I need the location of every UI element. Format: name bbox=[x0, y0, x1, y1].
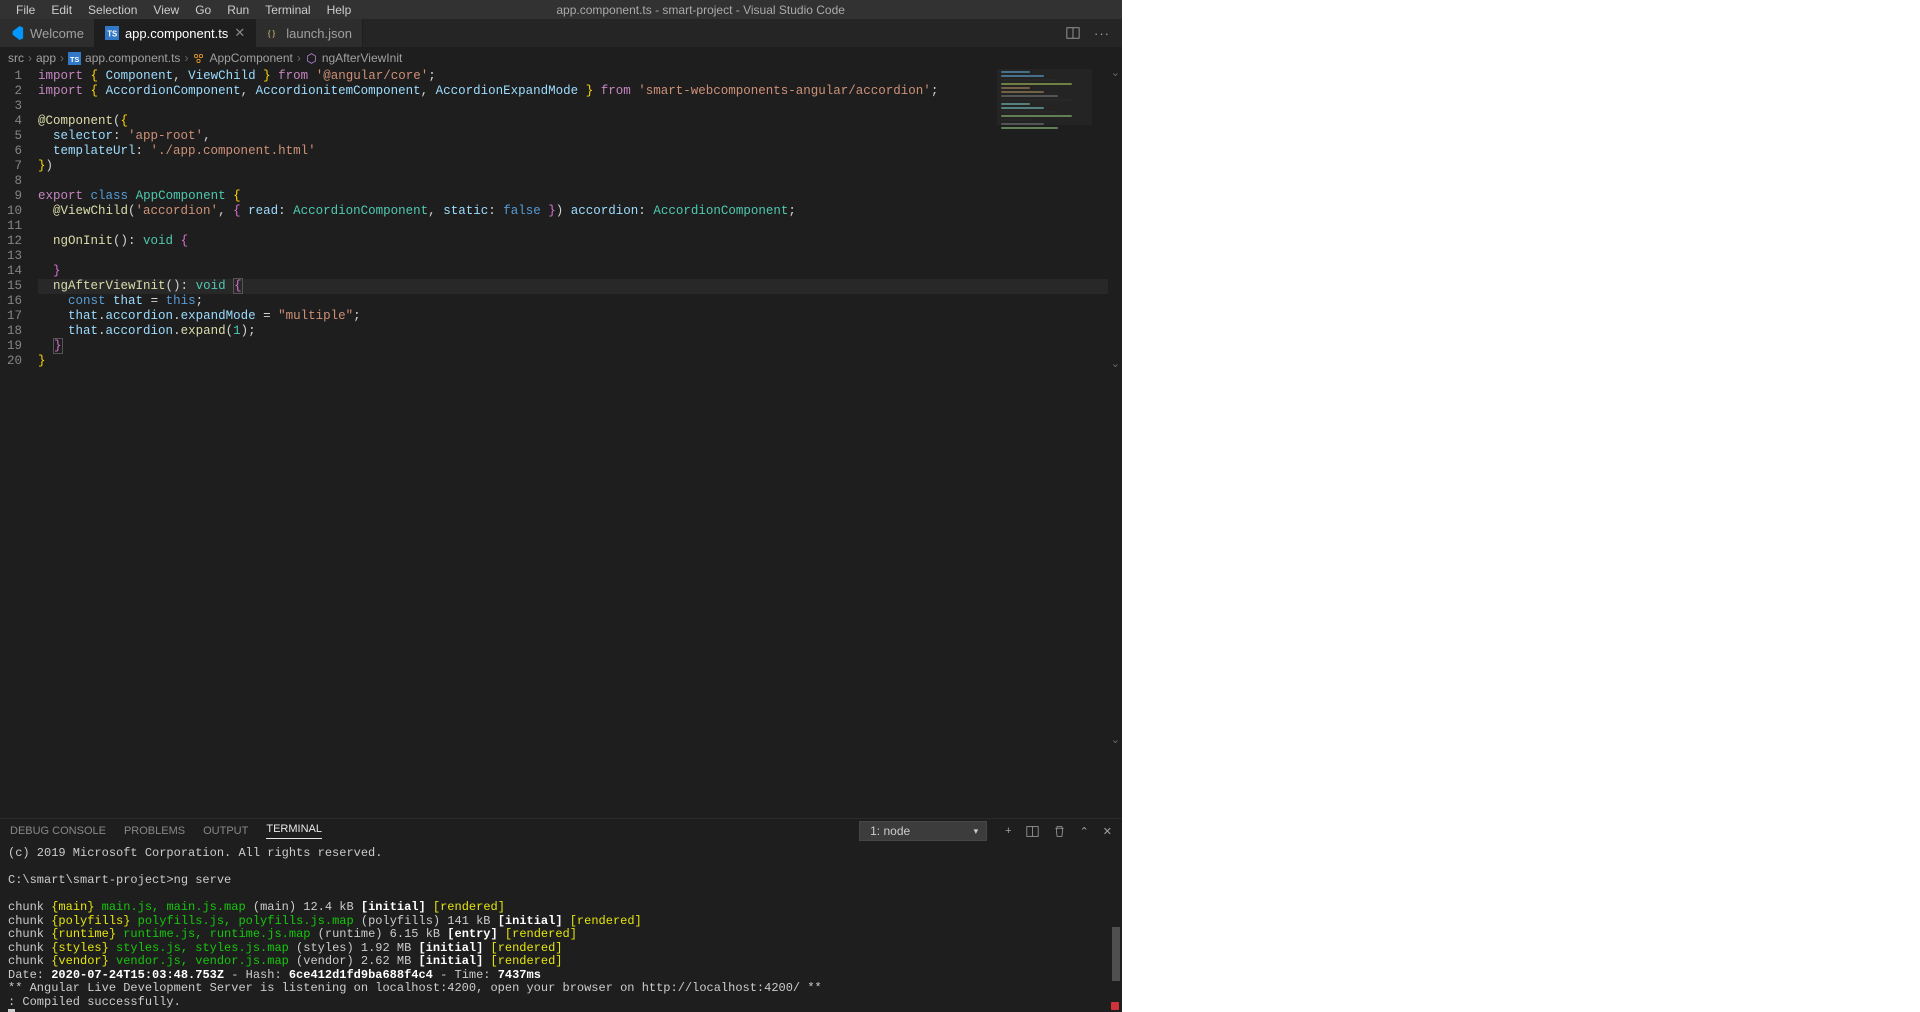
terminal-error-indicator bbox=[1111, 1002, 1119, 1010]
terminal-scrollbar[interactable] bbox=[1110, 843, 1122, 1012]
code-line[interactable]: import { AccordionComponent, Accordionit… bbox=[38, 84, 1108, 99]
code-line[interactable]: ngAfterViewInit(): void { bbox=[38, 279, 1108, 294]
terminal-line: chunk {main} main.js, main.js.map (main)… bbox=[8, 901, 1114, 915]
code-line[interactable]: const that = this; bbox=[38, 294, 1108, 309]
ts-icon: TS bbox=[68, 52, 81, 65]
kill-terminal-icon[interactable] bbox=[1053, 825, 1066, 838]
code-line[interactable]: export class AppComponent { bbox=[38, 189, 1108, 204]
new-terminal-icon[interactable]: + bbox=[1005, 825, 1011, 837]
split-editor-icon[interactable] bbox=[1066, 26, 1080, 40]
menu-file[interactable]: File bbox=[8, 3, 43, 17]
chevron-down-icon[interactable]: ⌄ bbox=[1111, 733, 1120, 746]
chevron-down-icon[interactable]: ⌄ bbox=[1111, 69, 1120, 79]
panel-tab-terminal[interactable]: TERMINAL bbox=[266, 823, 322, 839]
code-line[interactable]: ngOnInit(): void { bbox=[38, 234, 1108, 249]
bottom-panel: DEBUG CONSOLE PROBLEMS OUTPUT TERMINAL 1… bbox=[0, 818, 1122, 1012]
code-content[interactable]: import { Component, ViewChild } from '@a… bbox=[38, 69, 1108, 818]
chevron-up-icon[interactable]: ⌃ bbox=[1080, 825, 1089, 838]
terminal-line bbox=[8, 888, 1114, 902]
terminal-line: chunk {polyfills} polyfills.js, polyfill… bbox=[8, 915, 1114, 929]
tab-app-component[interactable]: TS app.component.ts ✕ bbox=[95, 19, 256, 47]
tab-label: launch.json bbox=[286, 26, 352, 41]
chevron-down-icon[interactable]: ⌄ bbox=[1111, 357, 1120, 370]
code-line[interactable]: that.accordion.expandMode = "multiple"; bbox=[38, 309, 1108, 324]
menu-go[interactable]: Go bbox=[187, 3, 219, 17]
svg-text:TS: TS bbox=[107, 30, 117, 39]
tab-label: Welcome bbox=[30, 26, 84, 41]
terminal-body[interactable]: (c) 2019 Microsoft Corporation. All righ… bbox=[0, 843, 1122, 1012]
terminal-line: : Compiled successfully. bbox=[8, 996, 1114, 1010]
terminal-line: Date: 2020-07-24T15:03:48.753Z - Hash: 6… bbox=[8, 969, 1114, 983]
terminal-line: chunk {runtime} runtime.js, runtime.js.m… bbox=[8, 928, 1114, 942]
method-icon bbox=[305, 52, 318, 65]
code-line[interactable]: templateUrl: './app.component.html' bbox=[38, 144, 1108, 159]
menu-bar: FileEditSelectionViewGoRunTerminalHelp a… bbox=[0, 0, 1122, 19]
panel-tab-problems[interactable]: PROBLEMS bbox=[124, 825, 185, 837]
json-icon: {} bbox=[266, 26, 280, 40]
minimap[interactable] bbox=[997, 69, 1092, 125]
ts-icon: TS bbox=[105, 26, 119, 40]
code-line[interactable]: }) bbox=[38, 159, 1108, 174]
tab-launch-json[interactable]: {} launch.json bbox=[256, 19, 363, 47]
code-line[interactable]: that.accordion.expand(1); bbox=[38, 324, 1108, 339]
code-line[interactable] bbox=[38, 99, 1108, 114]
terminal-line: (c) 2019 Microsoft Corporation. All righ… bbox=[8, 847, 1114, 861]
panel-tab-debug[interactable]: DEBUG CONSOLE bbox=[10, 825, 106, 837]
terminal-line: chunk {styles} styles.js, styles.js.map … bbox=[8, 942, 1114, 956]
code-line[interactable]: import { Component, ViewChild } from '@a… bbox=[38, 69, 1108, 84]
code-line[interactable]: } bbox=[38, 354, 1108, 369]
menu-view[interactable]: View bbox=[145, 3, 187, 17]
tab-bar: Welcome TS app.component.ts ✕ {} launch.… bbox=[0, 19, 1122, 47]
svg-text:TS: TS bbox=[70, 54, 79, 63]
terminal-line bbox=[8, 861, 1114, 875]
terminal-line: C:\smart\smart-project>ng serve bbox=[8, 874, 1114, 888]
panel-tab-output[interactable]: OUTPUT bbox=[203, 825, 248, 837]
breadcrumb-src[interactable]: src bbox=[8, 51, 24, 65]
code-editor[interactable]: 1234567891011121314151617181920 import {… bbox=[0, 69, 1108, 818]
menu-terminal[interactable]: Terminal bbox=[257, 3, 318, 17]
code-line[interactable]: selector: 'app-root', bbox=[38, 129, 1108, 144]
breadcrumb-file[interactable]: TS app.component.ts bbox=[68, 51, 180, 65]
breadcrumb-class[interactable]: AppComponent bbox=[192, 51, 292, 65]
terminal-line: ** Angular Live Development Server is li… bbox=[8, 982, 1114, 996]
menu-help[interactable]: Help bbox=[319, 3, 360, 17]
vscode-icon bbox=[10, 26, 24, 40]
terminal-select[interactable]: 1: node ▾ bbox=[859, 821, 987, 841]
code-line[interactable]: @Component({ bbox=[38, 114, 1108, 129]
menu-run[interactable]: Run bbox=[219, 3, 257, 17]
code-line[interactable]: } bbox=[38, 339, 1108, 354]
breadcrumb-app[interactable]: app bbox=[36, 51, 56, 65]
menu-edit[interactable]: Edit bbox=[43, 3, 80, 17]
code-line[interactable] bbox=[38, 174, 1108, 189]
class-icon bbox=[192, 52, 205, 65]
window-title: app.component.ts - smart-project - Visua… bbox=[359, 3, 1042, 17]
breadcrumb[interactable]: src › app › TS app.component.ts › AppCom… bbox=[0, 47, 1122, 69]
terminal-scroll-thumb[interactable] bbox=[1112, 927, 1120, 981]
split-terminal-icon[interactable] bbox=[1026, 825, 1039, 838]
menu-selection[interactable]: Selection bbox=[80, 3, 145, 17]
more-icon[interactable]: ··· bbox=[1094, 26, 1110, 41]
tab-welcome[interactable]: Welcome bbox=[0, 19, 95, 47]
code-line[interactable] bbox=[38, 249, 1108, 264]
code-line[interactable]: } bbox=[38, 264, 1108, 279]
tab-label: app.component.ts bbox=[125, 26, 228, 41]
line-gutter: 1234567891011121314151617181920 bbox=[0, 69, 38, 818]
breadcrumb-method[interactable]: ngAfterViewInit bbox=[305, 51, 403, 65]
terminal-line: chunk {vendor} vendor.js, vendor.js.map … bbox=[8, 955, 1114, 969]
code-line[interactable]: @ViewChild('accordion', { read: Accordio… bbox=[38, 204, 1108, 219]
blank-area bbox=[1122, 0, 1920, 1012]
code-line[interactable] bbox=[38, 219, 1108, 234]
chevron-down-icon: ▾ bbox=[974, 826, 979, 837]
close-icon[interactable]: ✕ bbox=[1103, 825, 1112, 838]
close-icon[interactable]: ✕ bbox=[234, 25, 245, 41]
svg-text:{}: {} bbox=[267, 29, 276, 40]
